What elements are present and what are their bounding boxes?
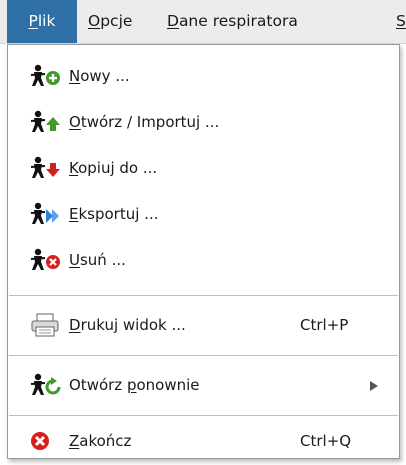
shortcut-label: Ctrl+Q	[300, 432, 352, 450]
menu-item-eksportuj[interactable]: Eksportuj ...	[8, 191, 399, 237]
submenu-arrow-icon	[370, 381, 378, 391]
menu-opcje[interactable]: Opcje	[88, 0, 132, 43]
menu-item-label: Otwórz / Importuj ...	[69, 113, 220, 131]
person-reopen-icon	[30, 373, 64, 397]
menu-item-otworz-importuj[interactable]: Otwórz / Importuj ...	[8, 99, 399, 145]
menu-item-kopiuj-do[interactable]: Kopiuj do ...	[8, 145, 399, 191]
menu-item-label: Otwórz ponownie	[69, 376, 200, 394]
menu-item-label: Nowy ...	[69, 67, 130, 85]
menu-item-zakoncz[interactable]: Zakończ Ctrl+Q	[8, 418, 399, 464]
printer-icon	[30, 313, 64, 337]
menu-s[interactable]: S	[396, 0, 406, 43]
person-import-icon	[30, 110, 64, 134]
menu-item-usun[interactable]: Usuń ...	[8, 237, 399, 283]
menu-separator	[9, 355, 398, 356]
person-copy-icon	[30, 156, 64, 180]
menu-dane-respiratora[interactable]: Dane respiratora	[167, 0, 298, 43]
menu-item-label: Drukuj widok ...	[69, 316, 186, 334]
person-delete-icon	[30, 248, 64, 272]
person-export-icon	[30, 202, 64, 226]
menu-item-otworz-ponownie[interactable]: Otwórz ponownie	[8, 362, 399, 408]
person-add-icon	[30, 64, 64, 88]
menu-item-label: Usuń ...	[69, 251, 126, 269]
menu-item-nowy[interactable]: Nowy ...	[8, 53, 399, 99]
menu-item-label: Zakończ	[69, 432, 132, 450]
menu-separator	[9, 295, 398, 296]
close-icon	[30, 429, 64, 453]
menu-bar: Plik Opcje Dane respiratora S	[0, 0, 406, 44]
menu-item-label: Eksportuj ...	[69, 205, 159, 223]
plik-dropdown-menu: Nowy ... Otwórz / Importuj ... Kopiuj do…	[7, 44, 400, 459]
menu-item-drukuj-widok[interactable]: Drukuj widok ... Ctrl+P	[8, 302, 399, 348]
shortcut-label: Ctrl+P	[300, 316, 349, 334]
menu-separator	[9, 415, 398, 416]
menu-item-label: Kopiuj do ...	[69, 159, 158, 177]
menu-plik[interactable]: Plik	[7, 0, 77, 43]
